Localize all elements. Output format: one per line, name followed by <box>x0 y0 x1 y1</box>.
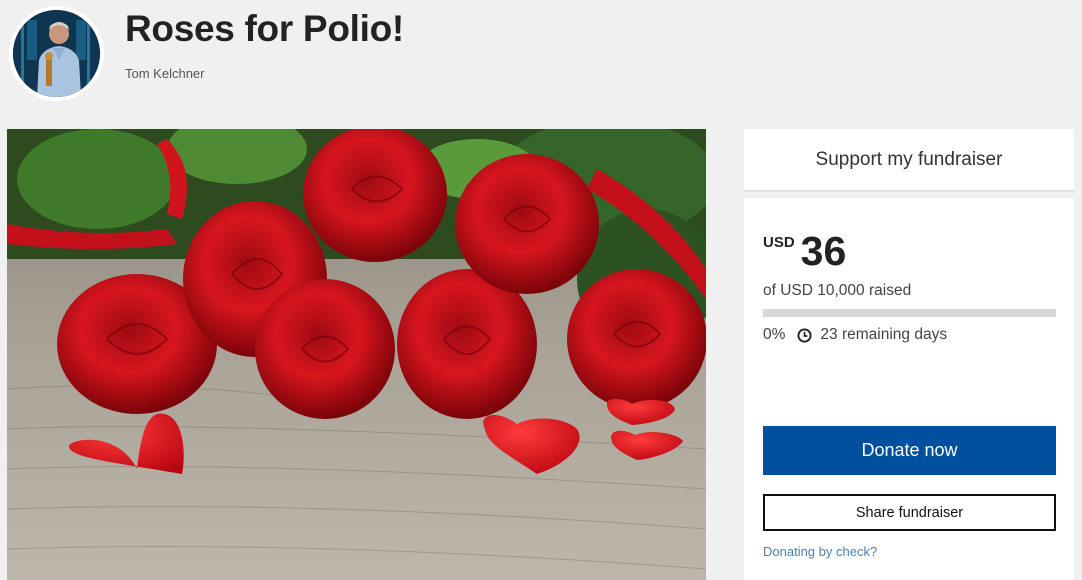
fundraiser-owner: Tom Kelchner <box>125 66 205 81</box>
amount-raised: USD 36 <box>763 228 846 274</box>
hero-image <box>7 129 706 580</box>
progress-bar <box>763 309 1056 317</box>
support-heading: Support my fundraiser <box>744 129 1074 192</box>
avatar-photo <box>13 10 100 97</box>
amount-value: 36 <box>800 228 847 274</box>
donation-panel: USD 36 of USD 10,000 raised 0% 23 remain… <box>744 198 1074 580</box>
fundraiser-stats: 0% 23 remaining days <box>763 326 947 344</box>
goal-text: of USD 10,000 raised <box>763 282 912 299</box>
page-title: Roses for Polio! <box>125 8 404 49</box>
clock-icon <box>797 327 812 343</box>
donate-by-check-link[interactable]: Donating by check? <box>763 544 877 559</box>
currency-label: USD <box>763 234 795 251</box>
share-fundraiser-button[interactable]: Share fundraiser <box>763 494 1056 531</box>
avatar <box>9 6 104 101</box>
percent-raised: 0% <box>763 326 786 343</box>
remaining-days: 23 remaining days <box>820 326 948 343</box>
donate-now-button[interactable]: Donate now <box>763 426 1056 475</box>
